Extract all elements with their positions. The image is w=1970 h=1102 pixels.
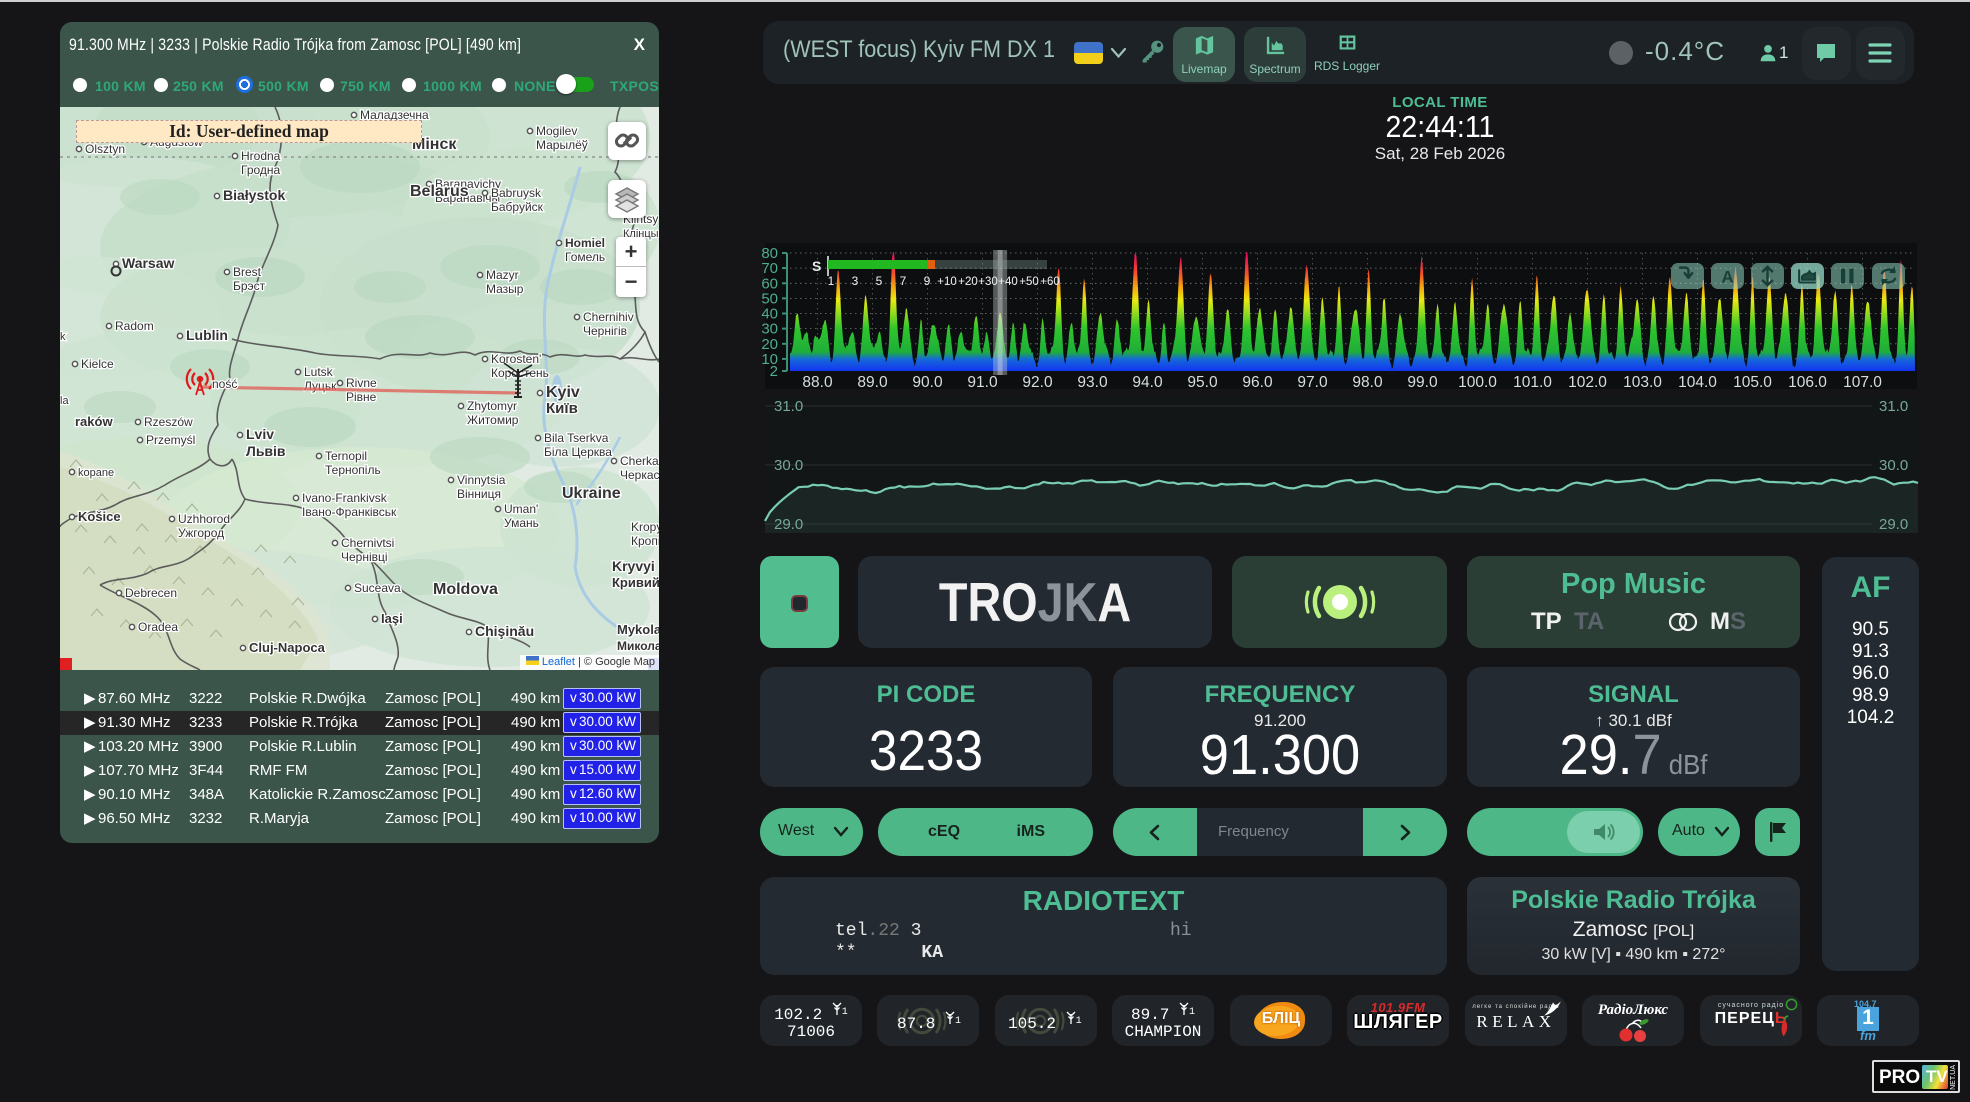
- svg-text:31.0: 31.0: [1879, 398, 1908, 415]
- svg-text:30.0: 30.0: [774, 457, 803, 474]
- svg-text:31.0: 31.0: [774, 398, 803, 415]
- svg-text:30.0: 30.0: [1879, 457, 1908, 474]
